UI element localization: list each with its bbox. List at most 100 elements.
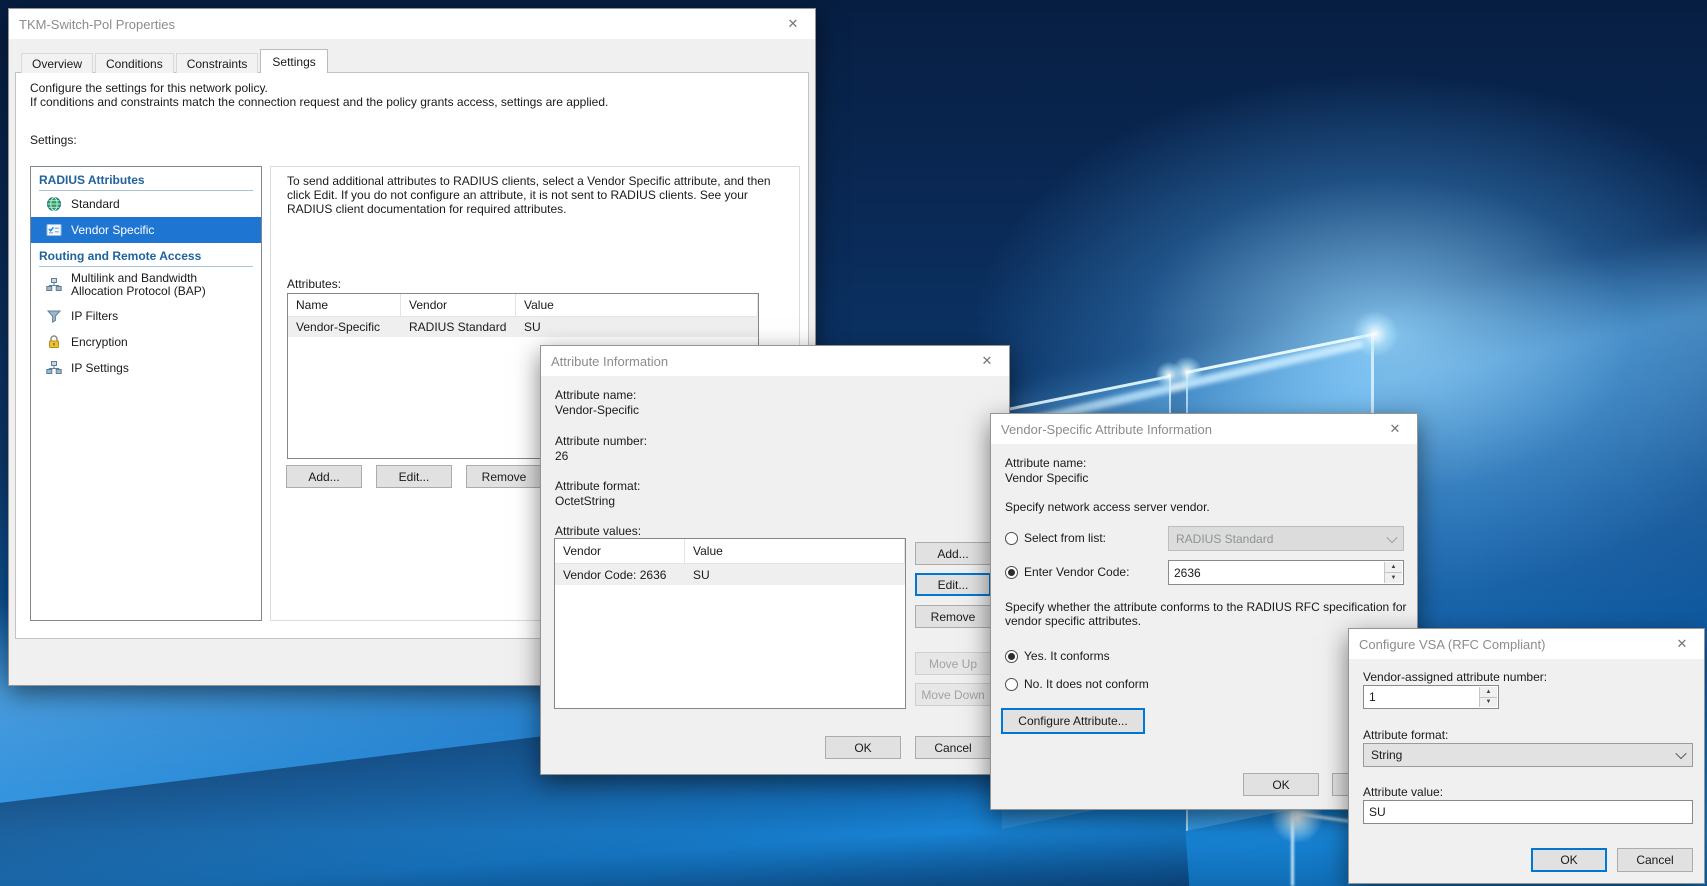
sidebar-item-multilink-bap[interactable]: Multilink and Bandwidth Allocation Proto… bbox=[31, 267, 261, 303]
enter-vendor-code-radio[interactable] bbox=[1005, 566, 1018, 579]
tab-strip: Overview Conditions Constraints Settings bbox=[21, 49, 330, 73]
tab-constraints[interactable]: Constraints bbox=[175, 53, 259, 73]
ok-button[interactable]: OK bbox=[1243, 773, 1319, 796]
vendor-code-input[interactable]: 2636 ▲ ▼ bbox=[1168, 560, 1404, 585]
attributes-table-row[interactable]: Vendor-Specific RADIUS Standard SU bbox=[288, 317, 758, 337]
panel-description: RADIUS client documentation for required… bbox=[287, 202, 567, 216]
titlebar[interactable]: Vendor-Specific Attribute Information ✕ bbox=[991, 414, 1417, 444]
window-title: TKM-Switch-Pol Properties bbox=[19, 16, 176, 32]
logo-edge-segment bbox=[1291, 812, 1294, 886]
sidebar-item-ip-settings[interactable]: IP Settings bbox=[31, 355, 261, 381]
cell-vendor: RADIUS Standard bbox=[409, 320, 507, 334]
vendor-section-label: Specify network access server vendor. bbox=[1005, 500, 1210, 514]
vendor-code-stepper[interactable]: ▲ ▼ bbox=[1384, 562, 1402, 583]
window-title: Attribute Information bbox=[551, 353, 669, 369]
cancel-button[interactable]: Cancel bbox=[915, 736, 991, 759]
values-table-row[interactable]: Vendor Code: 2636 SU bbox=[555, 564, 905, 585]
sidebar-item-standard[interactable]: Standard bbox=[31, 191, 261, 217]
column-header-vendor[interactable]: Vendor bbox=[555, 539, 685, 563]
attributes-label: Attributes: bbox=[287, 277, 342, 291]
move-up-button: Move Up bbox=[915, 652, 991, 675]
add-button[interactable]: Add... bbox=[286, 465, 362, 488]
close-icon[interactable]: ✕ bbox=[771, 9, 815, 39]
attribute-name-value: Vendor-Specific bbox=[555, 403, 640, 417]
window-attribute-information: Attribute Information ✕ Attribute name: … bbox=[540, 345, 1010, 775]
edit-button[interactable]: Edit... bbox=[376, 465, 452, 488]
attribute-value-text: SU bbox=[1369, 805, 1386, 819]
spin-down-icon[interactable]: ▼ bbox=[1480, 697, 1497, 707]
titlebar[interactable]: Configure VSA (RFC Compliant) ✕ bbox=[1349, 629, 1704, 659]
panel-description: To send additional attributes to RADIUS … bbox=[287, 174, 771, 188]
add-button[interactable]: Add... bbox=[915, 542, 991, 565]
tab-overview[interactable]: Overview bbox=[21, 53, 94, 73]
sidebar-item-encryption[interactable]: Encryption bbox=[31, 329, 261, 355]
conform-section-label: Specify whether the attribute conforms t… bbox=[1005, 600, 1407, 614]
close-icon[interactable]: ✕ bbox=[1660, 629, 1704, 659]
attributes-table-header: Name Vendor Value bbox=[288, 294, 758, 317]
values-table-header: Vendor Value bbox=[555, 539, 905, 564]
column-header-name[interactable]: Name bbox=[288, 294, 401, 316]
attribute-value-label: Attribute value: bbox=[1363, 785, 1444, 799]
chevron-down-icon bbox=[1386, 531, 1398, 543]
spin-down-icon[interactable]: ▼ bbox=[1385, 573, 1402, 583]
move-down-button: Move Down bbox=[915, 683, 991, 706]
number-stepper[interactable]: ▲ ▼ bbox=[1479, 687, 1497, 707]
tab-conditions[interactable]: Conditions bbox=[95, 53, 174, 73]
group-header-routing-remote-access: Routing and Remote Access bbox=[39, 249, 253, 267]
sidebar-item-label: Multilink and Bandwidth Allocation Proto… bbox=[71, 271, 206, 298]
vendor-list-selected-value: RADIUS Standard bbox=[1176, 531, 1274, 546]
vendor-assigned-number-value: 1 bbox=[1369, 690, 1376, 704]
settings-label: Settings: bbox=[30, 133, 77, 147]
remove-button[interactable]: Remove bbox=[915, 605, 991, 628]
select-from-list-label: Select from list: bbox=[1024, 531, 1107, 545]
close-icon[interactable]: ✕ bbox=[1373, 414, 1417, 444]
ok-button[interactable]: OK bbox=[825, 736, 901, 759]
cancel-button[interactable]: Cancel bbox=[1617, 848, 1693, 872]
ok-button[interactable]: OK bbox=[1531, 848, 1607, 872]
no-conform-radio[interactable] bbox=[1005, 678, 1018, 691]
vendor-assigned-number-input[interactable]: 1 ▲ ▼ bbox=[1363, 685, 1499, 709]
titlebar[interactable]: TKM-Switch-Pol Properties ✕ bbox=[9, 9, 815, 39]
titlebar[interactable]: Attribute Information ✕ bbox=[541, 346, 1009, 376]
spin-up-icon[interactable]: ▲ bbox=[1480, 687, 1497, 698]
cell-vendor: Vendor Code: 2636 bbox=[563, 567, 667, 582]
intro-text: If conditions and constraints match the … bbox=[30, 95, 609, 109]
spin-up-icon[interactable]: ▲ bbox=[1385, 562, 1402, 573]
column-header-value[interactable]: Value bbox=[516, 294, 758, 316]
attribute-name-label: Attribute name: bbox=[555, 388, 637, 402]
column-header-vendor[interactable]: Vendor bbox=[401, 294, 516, 316]
close-icon[interactable]: ✕ bbox=[965, 346, 1009, 376]
remove-button[interactable]: Remove bbox=[466, 465, 542, 488]
select-from-list-radio[interactable] bbox=[1005, 532, 1018, 545]
attribute-value-input[interactable]: SU bbox=[1363, 800, 1693, 824]
intro-text: Configure the settings for this network … bbox=[30, 81, 268, 95]
sidebar-item-label: Standard bbox=[71, 196, 120, 211]
panel-description: click Edit. If you do not configure an a… bbox=[287, 188, 748, 202]
attribute-format-value: String bbox=[1371, 748, 1403, 762]
edit-button[interactable]: Edit... bbox=[915, 573, 991, 596]
checklist-icon bbox=[46, 224, 62, 236]
sidebar-item-ip-filters[interactable]: IP Filters bbox=[31, 303, 261, 329]
window-title: Configure VSA (RFC Compliant) bbox=[1359, 636, 1546, 652]
window-configure-vsa: Configure VSA (RFC Compliant) ✕ Vendor-a… bbox=[1348, 628, 1705, 884]
attribute-format-dropdown[interactable]: String bbox=[1363, 743, 1693, 767]
sidebar-item-vendor-specific[interactable]: Vendor Specific bbox=[31, 217, 261, 243]
attribute-values-table: Vendor Value Vendor Code: 2636 SU bbox=[554, 538, 906, 709]
logo-corner-glow bbox=[1344, 303, 1406, 365]
configure-attribute-button[interactable]: Configure Attribute... bbox=[1001, 708, 1145, 734]
vendor-list-dropdown: RADIUS Standard bbox=[1168, 526, 1404, 551]
vendor-assigned-number-label: Vendor-assigned attribute number: bbox=[1363, 670, 1548, 684]
attribute-name-value: Vendor Specific bbox=[1005, 471, 1089, 485]
sidebar-item-label: IP Filters bbox=[71, 308, 119, 323]
attribute-format-value: OctetString bbox=[555, 494, 616, 508]
column-header-value[interactable]: Value bbox=[685, 539, 905, 563]
sidebar-item-label: IP Settings bbox=[71, 360, 129, 375]
sidebar-item-label: Encryption bbox=[71, 334, 128, 349]
conform-section-label: vendor specific attributes. bbox=[1005, 614, 1142, 628]
tab-settings[interactable]: Settings bbox=[260, 49, 328, 73]
yes-conforms-label: Yes. It conforms bbox=[1024, 649, 1110, 663]
yes-conforms-radio[interactable] bbox=[1005, 650, 1018, 663]
attribute-name-label: Attribute name: bbox=[1005, 456, 1087, 470]
cell-value: SU bbox=[693, 567, 710, 582]
attribute-number-value: 26 bbox=[555, 449, 569, 463]
